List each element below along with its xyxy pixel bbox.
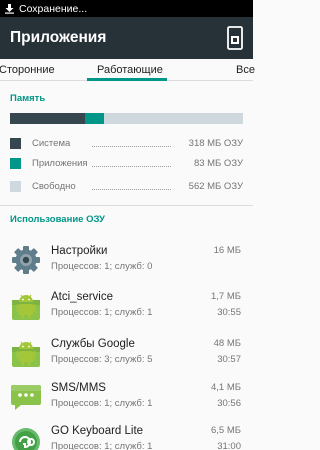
legend-dotted-leader bbox=[92, 146, 171, 147]
running-apps-menu-button[interactable] bbox=[225, 25, 245, 51]
legend-value: 318 МБ ОЗУ bbox=[188, 138, 243, 149]
sms-bubble-icon bbox=[10, 381, 42, 413]
settings-gear-icon bbox=[10, 244, 42, 276]
legend-swatch bbox=[10, 158, 21, 169]
running-app-item[interactable]: Службы Google Процессов: 3; служб: 5 48 … bbox=[0, 333, 253, 378]
legend-dotted-leader bbox=[92, 166, 171, 167]
tab-all[interactable]: Все bbox=[236, 64, 255, 76]
legend-swatch bbox=[10, 181, 21, 192]
app-run-time: 30:56 bbox=[217, 398, 241, 409]
ram-usage-section-header: Использование ОЗУ bbox=[10, 214, 105, 225]
memory-section-header: Память bbox=[10, 93, 46, 104]
section-divider bbox=[0, 205, 253, 206]
app-memory-size: 48 МБ bbox=[213, 338, 241, 349]
legend-swatch bbox=[10, 138, 21, 149]
tab-running[interactable]: Работающие bbox=[97, 64, 163, 76]
app-memory-size: 6,5 МБ bbox=[211, 425, 241, 436]
tab-bar: Сторонние Работающие Все bbox=[0, 59, 255, 81]
app-name: Atci_service bbox=[51, 291, 113, 303]
status-notification-text: Сохранение... bbox=[19, 2, 88, 15]
android-icon bbox=[10, 290, 42, 322]
app-process-info: Процессов: 1; служб: 1 bbox=[51, 441, 153, 450]
app-name: Настройки bbox=[51, 245, 108, 257]
app-memory-size: 4,1 МБ bbox=[211, 382, 241, 393]
app-run-time: 30:57 bbox=[217, 354, 241, 365]
legend-label: Система bbox=[32, 138, 71, 149]
app-memory-size: 1,7 МБ bbox=[211, 291, 241, 302]
legend-dotted-leader bbox=[92, 189, 171, 190]
status-bar: Сохранение... bbox=[0, 0, 253, 17]
app-run-time: 31:00 bbox=[217, 441, 241, 450]
memory-usage-bar bbox=[10, 113, 243, 124]
app-process-info: Процессов: 1; служб: 1 bbox=[51, 398, 153, 409]
app-process-info: Процессов: 1; служб: 1 bbox=[51, 307, 153, 318]
legend-value: 83 МБ ОЗУ bbox=[193, 158, 243, 169]
app-name: Службы Google bbox=[51, 338, 135, 350]
android-icon bbox=[10, 337, 42, 369]
app-name: GO Keyboard Lite bbox=[51, 425, 144, 437]
legend-label: Свободно bbox=[32, 181, 76, 192]
action-bar: Приложения bbox=[0, 17, 253, 59]
running-app-item[interactable]: SMS/MMS Процессов: 1; служб: 1 4,1 МБ 30… bbox=[0, 377, 253, 422]
download-icon bbox=[4, 3, 15, 14]
running-app-item[interactable]: Настройки Процессов: 1; служб: 0 16 МБ bbox=[0, 240, 253, 285]
memory-legend-system: Система 318 МБ ОЗУ bbox=[10, 137, 243, 150]
memory-legend-apps: Приложения 83 МБ ОЗУ bbox=[10, 157, 243, 170]
memory-bar-system-segment bbox=[10, 113, 85, 124]
app-process-info: Процессов: 3; служб: 5 bbox=[51, 354, 153, 365]
page-title: Приложения bbox=[10, 29, 107, 46]
memory-legend-free: Свободно 562 МБ ОЗУ bbox=[10, 180, 243, 193]
tab-downloaded[interactable]: Сторонние bbox=[0, 64, 55, 76]
app-process-info: Процессов: 1; служб: 0 bbox=[51, 261, 153, 272]
running-app-item[interactable]: Atci_service Процессов: 1; служб: 1 1,7 … bbox=[0, 286, 253, 331]
go-keyboard-icon bbox=[10, 424, 42, 450]
app-name: SMS/MMS bbox=[51, 382, 106, 394]
legend-value: 562 МБ ОЗУ bbox=[188, 181, 243, 192]
app-run-time: 30:55 bbox=[217, 307, 241, 318]
phone-memory-icon bbox=[227, 26, 243, 50]
memory-bar-free-segment bbox=[104, 113, 243, 124]
tab-selected-indicator bbox=[87, 78, 167, 81]
running-app-item[interactable]: GO Keyboard Lite Процессов: 1; служб: 1 … bbox=[0, 420, 253, 450]
memory-bar-apps-segment bbox=[84, 113, 105, 124]
app-memory-size: 16 МБ bbox=[213, 245, 241, 256]
legend-label: Приложения bbox=[32, 158, 88, 169]
